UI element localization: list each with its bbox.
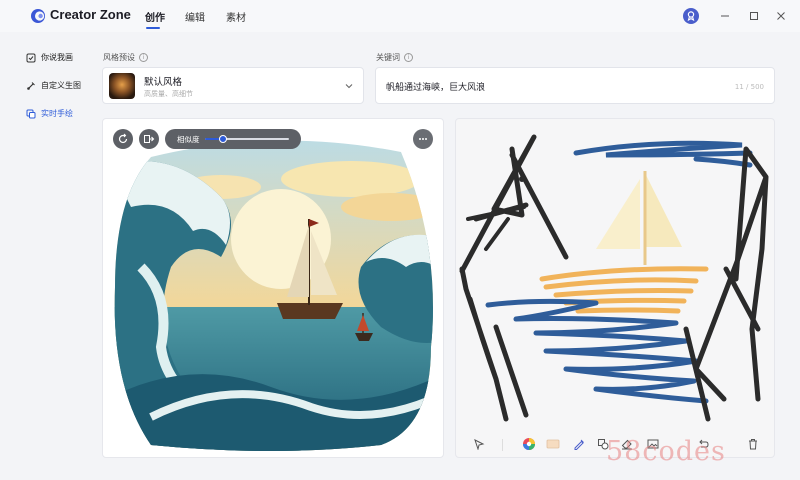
similarity-control: 相似度	[165, 129, 301, 149]
info-icon[interactable]: i	[139, 53, 148, 62]
maximize-icon[interactable]	[746, 8, 762, 24]
generated-image-panel: 相似度	[102, 118, 444, 458]
style-preset-select[interactable]: 默认风格 高质量、高细节	[102, 67, 364, 104]
pen-icon[interactable]	[572, 437, 586, 451]
generated-artwork-image	[111, 127, 437, 451]
style-preset-value: 默认风格	[144, 77, 183, 88]
sketch-canvas[interactable]	[456, 119, 775, 429]
select-arrow-icon[interactable]	[472, 437, 486, 451]
keywords-label: 关键词 i	[376, 52, 413, 63]
draw-card-icon	[26, 53, 36, 63]
minimize-icon[interactable]	[717, 8, 733, 24]
watermark-text: 58codes	[606, 436, 726, 467]
style-thumbnail	[109, 73, 135, 99]
title-bar: Creator Zone 创作 编辑 素材	[0, 0, 800, 32]
refresh-icon	[118, 133, 128, 144]
transfer-icon	[144, 135, 155, 143]
similarity-label: 相似度	[177, 135, 200, 144]
sidebar-item-label: 实时手绘	[41, 109, 73, 118]
sidebar-item-realtime-sketch[interactable]: 实时手绘	[26, 108, 73, 119]
active-tab-indicator	[146, 27, 160, 29]
user-avatar-icon[interactable]	[683, 8, 699, 24]
color-swatch-icon[interactable]	[546, 437, 560, 451]
more-horizontal-icon	[419, 138, 427, 140]
style-preset-subtitle: 高质量、高细节	[144, 90, 193, 98]
similarity-slider-handle[interactable]	[219, 135, 228, 143]
keywords-field[interactable]: 11 / 500	[375, 67, 775, 104]
chevron-down-icon	[345, 84, 353, 89]
similarity-slider[interactable]	[205, 135, 289, 143]
tab-assets[interactable]: 素材	[226, 9, 246, 24]
refresh-button[interactable]	[113, 129, 133, 149]
more-options-button[interactable]	[413, 129, 433, 149]
brush-icon	[26, 81, 36, 91]
toolbar-divider	[502, 439, 503, 451]
sidebar-item-you-say-i-draw[interactable]: 你说我画	[26, 52, 73, 63]
sidebar-item-label: 自定义生图	[41, 81, 81, 90]
sidebar: 你说我画 自定义生图 实时手绘	[0, 32, 92, 480]
close-icon[interactable]	[773, 8, 789, 24]
app-title: Creator Zone	[50, 7, 131, 22]
style-preset-label: 风格预设 i	[103, 52, 148, 63]
info-icon[interactable]: i	[404, 53, 413, 62]
sidebar-item-label: 你说我画	[41, 53, 73, 62]
delete-icon[interactable]	[746, 437, 760, 451]
color-wheel-icon[interactable]	[522, 437, 536, 451]
tab-edit[interactable]: 编辑	[185, 9, 205, 24]
tab-create[interactable]: 创作	[145, 9, 165, 24]
realtime-sketch-icon	[26, 109, 36, 119]
style-preset-label-text: 风格预设	[103, 53, 135, 62]
keywords-char-count: 11 / 500	[734, 83, 764, 91]
sidebar-item-custom-image[interactable]: 自定义生图	[26, 80, 81, 91]
sketch-canvas-panel	[455, 118, 775, 458]
keywords-label-text: 关键词	[376, 53, 400, 62]
app-logo-icon	[31, 9, 45, 23]
apply-to-canvas-button[interactable]	[139, 129, 159, 149]
keywords-input[interactable]	[386, 81, 686, 91]
